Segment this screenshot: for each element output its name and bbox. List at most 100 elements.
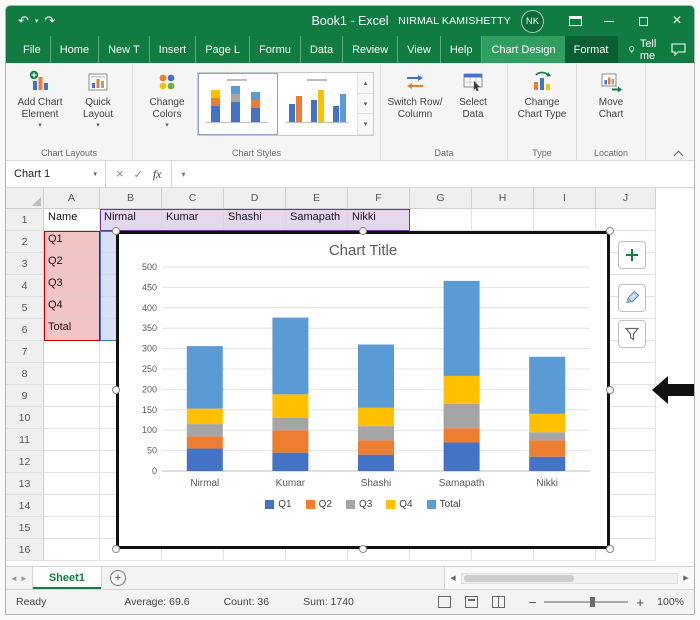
tell-me-box[interactable]: Tell me [618,36,672,63]
gallery-down-icon[interactable]: ▾ [358,94,373,115]
zoom-in-icon[interactable]: + [636,595,644,610]
column-header-F[interactable]: F [348,188,410,209]
sheet-tab-sheet1[interactable]: Sheet1 [32,567,102,589]
cell-F1[interactable]: Nikki [348,209,410,231]
undo-icon[interactable]: ↶ [18,13,29,29]
row-header-13[interactable]: 13 [6,473,44,495]
bar-Nirmal-Q3[interactable] [187,424,223,436]
bar-Shashi-Q4[interactable] [358,408,394,426]
undo-caret-icon[interactable]: ▾ [35,17,39,25]
change-chart-type-button[interactable]: Change Chart Type [514,68,570,121]
tab-data[interactable]: Data [301,36,343,63]
add-chart-element-button[interactable]: Add Chart Element ▾ [12,68,68,130]
tab-page-l[interactable]: Page L [196,36,250,63]
cell-A14[interactable] [44,495,100,517]
cell-G1[interactable] [410,209,472,231]
bar-Nirmal-Total[interactable] [187,346,223,408]
account-name[interactable]: NIRMAL KAMISHETTY [398,15,511,27]
insert-function-button[interactable]: fx [153,167,162,182]
minimize-button[interactable] [592,6,626,36]
tab-chart-design[interactable]: Chart Design [482,36,564,63]
row-header-2[interactable]: 2 [6,231,44,253]
sheet-nav-prev-icon[interactable]: ◄ [10,574,18,583]
scroll-left-icon[interactable]: ◀ [445,574,461,582]
bar-Nirmal-Q4[interactable] [187,409,223,425]
bar-Samapath-Q4[interactable] [444,376,480,404]
resize-handle[interactable] [359,545,367,553]
bar-Nikki-Q4[interactable] [529,414,565,432]
redo-icon[interactable]: ↷ [44,13,55,29]
row-header-4[interactable]: 4 [6,275,44,297]
chart-styles-button[interactable] [618,284,646,312]
bar-Nikki-Q1[interactable] [529,457,565,471]
column-header-E[interactable]: E [286,188,348,209]
cell-A7[interactable] [44,341,100,363]
bar-Kumar-Total[interactable] [272,318,308,395]
cell-H1[interactable] [472,209,534,231]
cell-A5[interactable]: Q4 [44,297,100,319]
tab-view[interactable]: View [398,36,441,63]
cancel-entry-icon[interactable] [116,165,124,183]
cell-A8[interactable] [44,363,100,385]
chart-style-thumbnail-2[interactable] [278,73,358,135]
bar-Nikki-Q3[interactable] [529,432,565,440]
row-header-3[interactable]: 3 [6,253,44,275]
ribbon-display-options-button[interactable] [558,6,592,36]
row-header-11[interactable]: 11 [6,429,44,451]
row-header-9[interactable]: 9 [6,385,44,407]
cell-A12[interactable] [44,451,100,473]
close-button[interactable] [660,6,694,36]
column-header-C[interactable]: C [162,188,224,209]
move-chart-button[interactable]: Move Chart [583,68,639,121]
row-header-6[interactable]: 6 [6,319,44,341]
column-header-H[interactable]: H [472,188,534,209]
page-break-view-icon[interactable] [492,596,505,608]
zoom-out-icon[interactable]: − [529,595,537,610]
bar-Samapath-Q1[interactable] [444,442,480,471]
row-header-7[interactable]: 7 [6,341,44,363]
bar-Nikki-Total[interactable] [529,357,565,414]
row-header-10[interactable]: 10 [6,407,44,429]
column-header-A[interactable]: A [44,188,100,209]
maximize-button[interactable] [626,6,660,36]
cell-A15[interactable] [44,517,100,539]
row-header-14[interactable]: 14 [6,495,44,517]
cell-B1[interactable]: Nirmal [100,209,162,231]
bar-Shashi-Total[interactable] [358,345,394,408]
bar-Nirmal-Q2[interactable] [187,436,223,448]
scrollbar-thumb[interactable] [464,575,574,582]
avatar[interactable]: NK [521,10,544,33]
resize-handle[interactable] [606,227,614,235]
bar-Nirmal-Q1[interactable] [187,449,223,471]
chart-elements-button[interactable] [618,241,646,269]
tab-file[interactable]: File [14,36,51,63]
bar-Shashi-Q2[interactable] [358,440,394,454]
new-sheet-button[interactable] [110,570,126,586]
scroll-right-icon[interactable]: ▶ [678,574,694,582]
cell-A1[interactable]: Name [44,209,100,231]
cell-A2[interactable]: Q1 [44,231,100,253]
name-box-caret-icon[interactable]: ▾ [93,170,97,178]
normal-view-icon[interactable] [438,596,451,608]
cell-A11[interactable] [44,429,100,451]
change-colors-button[interactable]: Change Colors ▾ [139,68,195,130]
bar-Kumar-Q2[interactable] [272,430,308,452]
chart-title[interactable]: Chart Title [119,242,607,259]
row-header-1[interactable]: 1 [6,209,44,231]
select-all-corner[interactable] [6,188,44,209]
resize-handle[interactable] [606,545,614,553]
confirm-entry-icon[interactable] [134,165,143,183]
column-header-I[interactable]: I [534,188,596,209]
quick-layout-button[interactable]: Quick Layout ▾ [70,68,126,130]
tab-formu[interactable]: Formu [250,36,301,63]
row-header-15[interactable]: 15 [6,517,44,539]
tab-home[interactable]: Home [51,36,99,63]
cell-D1[interactable]: Shashi [224,209,286,231]
tab-format[interactable]: Format [565,36,618,63]
sheet-nav-next-icon[interactable]: ► [20,574,28,583]
row-header-16[interactable]: 16 [6,539,44,561]
column-header-D[interactable]: D [224,188,286,209]
tab-new-t[interactable]: New T [99,36,150,63]
gallery-more-icon[interactable]: ▾ [358,114,373,135]
cell-A10[interactable] [44,407,100,429]
